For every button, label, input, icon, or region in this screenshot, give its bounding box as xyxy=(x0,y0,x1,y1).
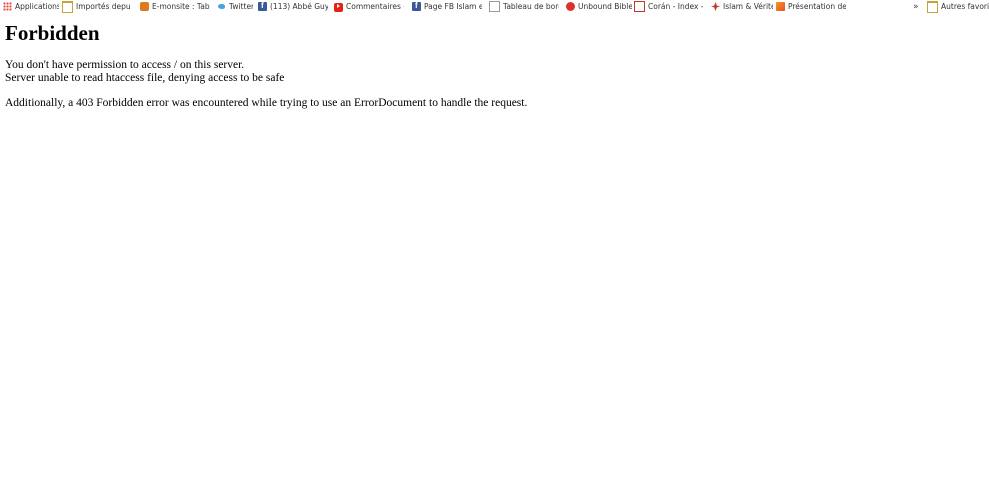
page-icon xyxy=(489,1,500,12)
bookmark-unbound-bible[interactable]: Unbound Bible xyxy=(566,0,632,13)
facebook-icon xyxy=(412,1,421,11)
bookmark-coran-index[interactable]: Corán - Index - l xyxy=(634,0,706,13)
facebook-icon xyxy=(258,1,267,11)
bookmark-label: (113) Abbé Guy P xyxy=(270,2,328,11)
bookmark-presentation[interactable]: Présentation de l xyxy=(776,0,846,13)
bookmark-twitter[interactable]: Twitter xyxy=(217,0,253,13)
bookmark-label: Commentaires - xyxy=(346,2,404,11)
bookmark-label: Page FB Islam et xyxy=(424,2,482,11)
bookmarks-bar: Applications Importés depuis E-monsite :… xyxy=(0,0,989,13)
unbound-bible-icon xyxy=(566,2,575,11)
bookmarks-overflow-chevron[interactable]: » xyxy=(913,0,919,13)
presentation-icon xyxy=(776,2,785,11)
error-message: You don't have permission to access / on… xyxy=(5,59,284,85)
twitter-icon xyxy=(217,2,226,11)
bookmark-tableau-de-bord[interactable]: Tableau de bord xyxy=(489,0,559,13)
error-additional: Additionally, a 403 Forbidden error was … xyxy=(5,97,528,109)
bookmark-label: Présentation de l xyxy=(788,2,846,11)
error-line-2: Server unable to read htaccess file, den… xyxy=(5,72,285,84)
bookmark-label: Autres favoris xyxy=(941,2,989,11)
bookmark-page-fb-islam[interactable]: Page FB Islam et xyxy=(412,0,482,13)
bookmark-emonsite[interactable]: E-monsite : Table xyxy=(140,0,210,13)
coran-icon xyxy=(634,1,645,12)
emonsite-icon xyxy=(140,2,149,11)
bookmark-commentaires[interactable]: Commentaires - xyxy=(334,0,404,13)
bookmark-label: E-monsite : Table xyxy=(152,2,210,11)
page-title: Forbidden xyxy=(5,21,100,45)
bookmark-label: Applications xyxy=(15,2,59,11)
folder-icon xyxy=(927,1,938,13)
error-line-1: You don't have permission to access / on… xyxy=(5,59,245,71)
folder-icon xyxy=(62,1,73,13)
bookmark-label: Corán - Index - l xyxy=(648,2,706,11)
bookmark-label: Importés depuis xyxy=(76,2,130,11)
bookmark-applications[interactable]: Applications xyxy=(3,0,59,13)
bookmark-label: Islam & Vérité xyxy=(723,2,773,11)
bookmark-label: Twitter xyxy=(229,2,253,11)
bookmark-importes-depuis[interactable]: Importés depuis xyxy=(62,0,130,13)
islam-verite-icon xyxy=(711,2,720,11)
bookmark-islam-verite[interactable]: Islam & Vérité xyxy=(711,0,773,13)
youtube-icon xyxy=(334,2,343,12)
bookmark-autres-favoris[interactable]: Autres favoris xyxy=(927,0,989,13)
bookmark-label: Unbound Bible xyxy=(578,2,632,11)
apps-grid-icon xyxy=(3,2,12,11)
bookmark-label: Tableau de bord xyxy=(503,2,559,11)
bookmark-abbe-guy[interactable]: (113) Abbé Guy P xyxy=(258,0,328,13)
